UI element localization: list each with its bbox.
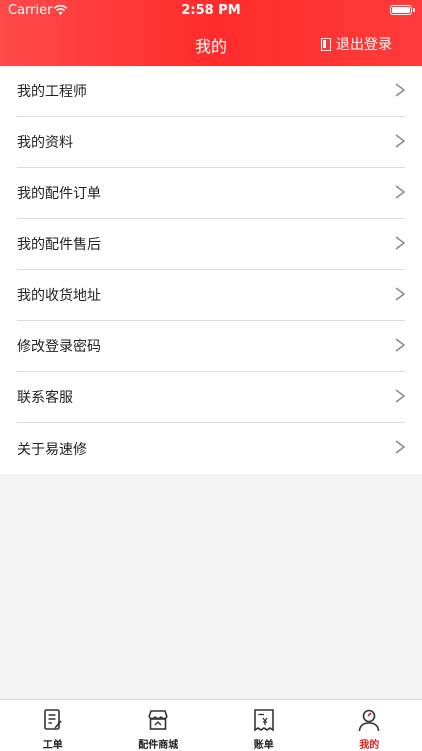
menu-item-label: 修改登录密码	[17, 336, 101, 356]
tab-label: 配件商城	[106, 736, 212, 751]
menu-item-contact-support[interactable]: 联系客服	[17, 372, 405, 423]
tab-label: 账单	[211, 736, 317, 751]
tab-parts-store[interactable]: 配件商城	[106, 700, 212, 751]
status-bar: Carrier 2:58 PM	[0, 0, 422, 22]
menu-item-label: 我的工程师	[17, 81, 87, 101]
chevron-right-icon	[395, 83, 405, 97]
tab-label: 我的	[317, 736, 422, 751]
tab-work-order[interactable]: 工单	[0, 700, 106, 751]
tab-my[interactable]: 我的	[317, 700, 422, 751]
logout-label: 退出登录	[336, 34, 392, 54]
profile-menu: 我的工程师 我的资料 我的配件订单 我的配件售后 我的收货地址 修改登录密码 联…	[0, 66, 422, 474]
menu-item-parts-aftersales[interactable]: 我的配件售后	[17, 219, 405, 270]
status-time: 2:58 PM	[0, 3, 422, 18]
menu-item-about[interactable]: 关于易速修	[17, 423, 405, 474]
chevron-right-icon	[395, 389, 405, 403]
profile-icon	[357, 708, 381, 732]
logout-icon	[321, 38, 331, 51]
chevron-right-icon	[395, 236, 405, 250]
chevron-right-icon	[395, 185, 405, 199]
menu-item-my-engineer[interactable]: 我的工程师	[17, 66, 405, 117]
menu-item-parts-orders[interactable]: 我的配件订单	[17, 168, 405, 219]
menu-item-my-profile[interactable]: 我的资料	[17, 117, 405, 168]
battery-icon	[390, 5, 412, 15]
chevron-right-icon	[395, 440, 405, 454]
chevron-right-icon	[395, 287, 405, 301]
menu-item-shipping-address[interactable]: 我的收货地址	[17, 270, 405, 321]
chevron-right-icon	[395, 338, 405, 352]
menu-item-label: 我的资料	[17, 132, 73, 152]
app-header: Carrier 2:58 PM 我的 退出登录	[0, 0, 422, 66]
menu-item-label: 关于易速修	[17, 439, 87, 459]
chevron-right-icon	[395, 134, 405, 148]
menu-item-label: 我的收货地址	[17, 285, 101, 305]
tab-bill[interactable]: 账单	[211, 700, 317, 751]
menu-item-label: 我的配件订单	[17, 183, 101, 203]
tab-label: 工单	[0, 736, 106, 751]
tab-bar: 工单 配件商城 账单 我的	[0, 699, 422, 751]
menu-item-label: 我的配件售后	[17, 234, 101, 254]
menu-item-label: 联系客服	[17, 387, 73, 407]
work-order-icon	[41, 708, 65, 732]
store-icon	[146, 708, 170, 732]
bill-icon	[252, 708, 276, 732]
menu-item-change-password[interactable]: 修改登录密码	[17, 321, 405, 372]
logout-button[interactable]: 退出登录	[321, 34, 392, 54]
